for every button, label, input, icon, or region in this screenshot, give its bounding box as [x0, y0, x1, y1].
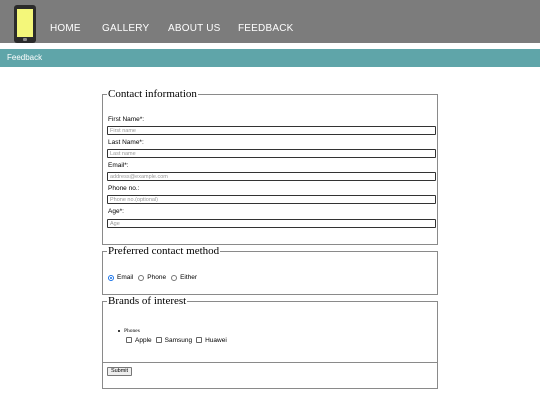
- submit-section: [102, 363, 438, 389]
- brands-of-interest-fieldset: Brands of interest: [102, 295, 438, 363]
- email-input[interactable]: [107, 172, 436, 181]
- contact-method-radio-group: Email Phone Either: [108, 273, 202, 282]
- phone-radio[interactable]: [138, 274, 145, 281]
- submit-button[interactable]: Submit: [107, 367, 132, 376]
- nav-home-link[interactable]: HOME: [50, 23, 81, 34]
- phone-button: [23, 38, 27, 41]
- phone-icon: [14, 5, 36, 43]
- apple-checkbox-label: Apple: [135, 336, 152, 344]
- phone-number-input[interactable]: [107, 195, 436, 204]
- last-name-input[interactable]: [107, 149, 436, 158]
- nav-feedback-link[interactable]: FEEDBACK: [238, 23, 294, 34]
- phone-screen: [17, 9, 33, 37]
- huawei-checkbox-label: Huawei: [205, 336, 227, 344]
- age-label: Age*:: [108, 208, 124, 215]
- first-name-label: First Name*:: [108, 116, 145, 123]
- email-label: Email*:: [108, 162, 129, 169]
- contact-information-legend: Contact information: [108, 88, 197, 100]
- brands-of-interest-legend: Brands of interest: [108, 295, 187, 307]
- brands-checkbox-group: Apple Samsung Huawei: [126, 336, 231, 344]
- preferred-contact-method-legend: Preferred contact method: [108, 245, 220, 257]
- first-name-input[interactable]: [107, 126, 436, 135]
- nav-about-us-link[interactable]: ABOUT US: [168, 23, 221, 34]
- apple-checkbox[interactable]: [126, 337, 132, 343]
- huawei-checkbox[interactable]: [196, 337, 203, 343]
- last-name-label: Last Name*:: [108, 139, 144, 146]
- email-radio[interactable]: [108, 274, 114, 281]
- samsung-checkbox-label: Samsung: [164, 336, 193, 344]
- nav-gallery-link[interactable]: GALLERY: [102, 23, 149, 34]
- top-navigation-bar: HOME GALLERY ABOUT US FEEDBACK: [0, 0, 540, 43]
- phones-category-label: Phones: [124, 328, 140, 334]
- phones-list-item: Phones: [118, 328, 140, 334]
- either-radio-label: Either: [180, 274, 198, 281]
- preferred-contact-method-fieldset: Preferred contact method: [102, 245, 438, 295]
- page-title: Feedback: [7, 53, 43, 62]
- email-radio-label: Email: [117, 274, 134, 281]
- phone-radio-label: Phone: [147, 274, 167, 281]
- bullet-icon: [118, 329, 120, 332]
- age-input[interactable]: [107, 219, 436, 228]
- samsung-checkbox[interactable]: [155, 337, 162, 343]
- page-banner: Feedback: [0, 49, 540, 67]
- either-radio[interactable]: [171, 274, 178, 281]
- phone-number-label: Phone no.:: [108, 185, 140, 192]
